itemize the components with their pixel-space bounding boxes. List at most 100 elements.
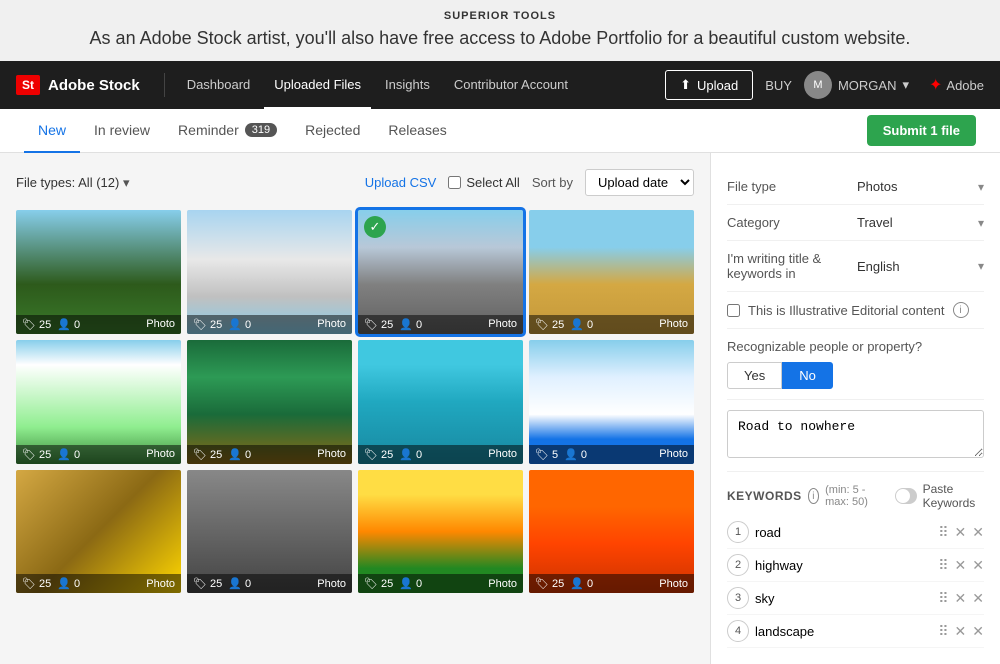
nav-dashboard[interactable]: Dashboard: [177, 61, 261, 109]
people-icon: 👤 0: [57, 448, 80, 461]
tab-releases[interactable]: Releases: [374, 109, 460, 153]
tile-footer: 🏷 25 👤 0 Photo: [358, 315, 523, 334]
file-type-badge: Photo: [317, 318, 346, 330]
navbar-links: Dashboard Uploaded Files Insights Contri…: [177, 61, 665, 109]
keyword-row: 1 ⠿ ✕ ✕: [727, 516, 984, 549]
keywords-info-icon[interactable]: i: [808, 488, 819, 504]
file-type-badge: Photo: [317, 578, 346, 590]
yes-button[interactable]: Yes: [727, 362, 782, 389]
keyword-drag-icon[interactable]: ⠿: [938, 557, 948, 574]
tile-footer: 🏷 25 👤 0 Photo: [358, 574, 523, 593]
tab-bar: New In review Reminder 319 Rejected Rele…: [0, 109, 1000, 153]
category-label: Category: [727, 215, 857, 230]
image-tile[interactable]: 🏷 25 👤 0 Photo: [16, 340, 181, 464]
tab-in-review[interactable]: In review: [80, 109, 164, 153]
buy-link[interactable]: BUY: [765, 78, 792, 93]
keyword-delete-icon[interactable]: ✕: [972, 590, 984, 607]
keyword-input-3[interactable]: [755, 588, 932, 609]
keyword-row: 4 ⠿ ✕ ✕: [727, 615, 984, 648]
user-menu[interactable]: M MORGAN ▾: [804, 71, 909, 99]
keyword-edit-icon[interactable]: ✕: [955, 623, 967, 640]
file-type-filter[interactable]: File types: All (12) ▾: [16, 175, 129, 191]
image-tile[interactable]: 🏷 25 👤 0 Photo: [529, 470, 694, 594]
keyword-num: 3: [727, 587, 749, 609]
keyword-num: 2: [727, 554, 749, 576]
keyword-delete-icon[interactable]: ✕: [972, 557, 984, 574]
category-value[interactable]: Travel ▾: [857, 215, 984, 230]
category-chevron-icon: ▾: [978, 216, 984, 230]
image-tile[interactable]: 🏷 25 👤 0 Photo: [358, 470, 523, 594]
image-grid: 🏷 25 👤 0 Photo 🏷 25 👤 0 Photo ✓ 🏷 25: [16, 210, 694, 593]
people-icon: 👤 0: [570, 318, 593, 331]
keyword-input-1[interactable]: [755, 522, 932, 543]
keyword-drag-icon[interactable]: ⠿: [938, 623, 948, 640]
tagline: As an Adobe Stock artist, you'll also ha…: [20, 28, 980, 49]
tag-icon: 🏷 25: [22, 577, 51, 590]
image-tile-selected[interactable]: ✓ 🏷 25 👤 0 Photo: [358, 210, 523, 334]
nav-insights[interactable]: Insights: [375, 61, 440, 109]
file-type-value[interactable]: Photos ▾: [857, 179, 984, 194]
image-tile[interactable]: 🏷 25 👤 0 Photo: [16, 470, 181, 594]
keywords-hint: (min: 5 - max: 50): [825, 484, 883, 508]
tag-icon: 🏷 5: [535, 448, 558, 461]
nav-uploaded-files[interactable]: Uploaded Files: [264, 61, 371, 109]
image-tile[interactable]: 🏷 5 👤 0 Photo: [529, 340, 694, 464]
image-tile[interactable]: 🏷 25 👤 0 Photo: [187, 470, 352, 594]
people-icon: 👤 0: [228, 448, 251, 461]
submit-button[interactable]: Submit 1 file: [867, 115, 976, 146]
toggle-thumb: [896, 489, 910, 503]
language-field: I'm writing title & keywords in English …: [727, 241, 984, 292]
file-type-badge: Photo: [659, 448, 688, 460]
people-icon: 👤 0: [564, 448, 587, 461]
select-all-text: Select All: [466, 175, 519, 190]
keyword-num: 4: [727, 620, 749, 642]
tab-reminder[interactable]: Reminder 319: [164, 109, 291, 153]
image-tile[interactable]: 🏷 25 👤 0 Photo: [16, 210, 181, 334]
upload-button[interactable]: ⬆ Upload: [665, 70, 753, 100]
tab-new[interactable]: New: [24, 109, 80, 153]
keyword-input-4[interactable]: [755, 621, 932, 642]
navbar: St Adobe Stock Dashboard Uploaded Files …: [0, 61, 1000, 109]
toggle-track[interactable]: [895, 488, 916, 504]
image-tile[interactable]: 🏷 25 👤 0 Photo: [358, 340, 523, 464]
image-tile[interactable]: 🏷 25 👤 0 Photo: [187, 210, 352, 334]
keyword-num: 1: [727, 521, 749, 543]
keywords-label: KEYWORDS: [727, 489, 802, 503]
editorial-info-icon[interactable]: i: [953, 302, 969, 318]
tab-rejected[interactable]: Rejected: [291, 109, 374, 153]
sort-select[interactable]: Upload date File name File type: [585, 169, 694, 196]
keyword-edit-icon[interactable]: ✕: [955, 524, 967, 541]
no-button[interactable]: No: [782, 362, 833, 389]
image-tile[interactable]: 🏷 25 👤 0 Photo: [187, 340, 352, 464]
brand-logo[interactable]: St Adobe Stock: [16, 75, 140, 95]
upload-csv-link[interactable]: Upload CSV: [365, 175, 437, 190]
keyword-drag-icon[interactable]: ⠿: [938, 524, 948, 541]
people-icon: 👤 0: [228, 318, 251, 331]
file-area: File types: All (12) ▾ Upload CSV Select…: [0, 153, 710, 664]
tag-icon: 🏷 25: [193, 577, 222, 590]
editorial-checkbox[interactable]: [727, 304, 740, 317]
keyword-delete-icon[interactable]: ✕: [972, 623, 984, 640]
tile-footer: 🏷 25 👤 0 Photo: [187, 315, 352, 334]
image-tile[interactable]: 🏷 25 👤 0 Photo: [529, 210, 694, 334]
tag-icon: 🏷 25: [364, 577, 393, 590]
keyword-input-2[interactable]: [755, 555, 932, 576]
language-value[interactable]: English ▾: [857, 259, 984, 274]
select-all-label[interactable]: Select All: [448, 175, 519, 190]
keyword-drag-icon[interactable]: ⠿: [938, 590, 948, 607]
paste-keywords-toggle[interactable]: Paste Keywords: [895, 482, 984, 510]
keyword-delete-icon[interactable]: ✕: [972, 524, 984, 541]
top-banner: SUPERIOR TOOLS As an Adobe Stock artist,…: [0, 0, 1000, 61]
people-icon: 👤 0: [57, 318, 80, 331]
right-panel: File type Photos ▾ Category Travel ▾ I'm…: [710, 153, 1000, 664]
upload-icon: ⬆: [680, 77, 691, 93]
title-input[interactable]: Road to nowhere: [727, 410, 984, 458]
keyword-edit-icon[interactable]: ✕: [955, 590, 967, 607]
nav-divider: [164, 73, 165, 97]
keyword-edit-icon[interactable]: ✕: [955, 557, 967, 574]
reminder-badge: 319: [245, 123, 277, 137]
adobe-icon: ✦: [929, 75, 942, 95]
select-all-checkbox[interactable]: [448, 176, 461, 189]
nav-contributor-account[interactable]: Contributor Account: [444, 61, 578, 109]
file-type-chevron-icon: ▾: [123, 175, 130, 190]
